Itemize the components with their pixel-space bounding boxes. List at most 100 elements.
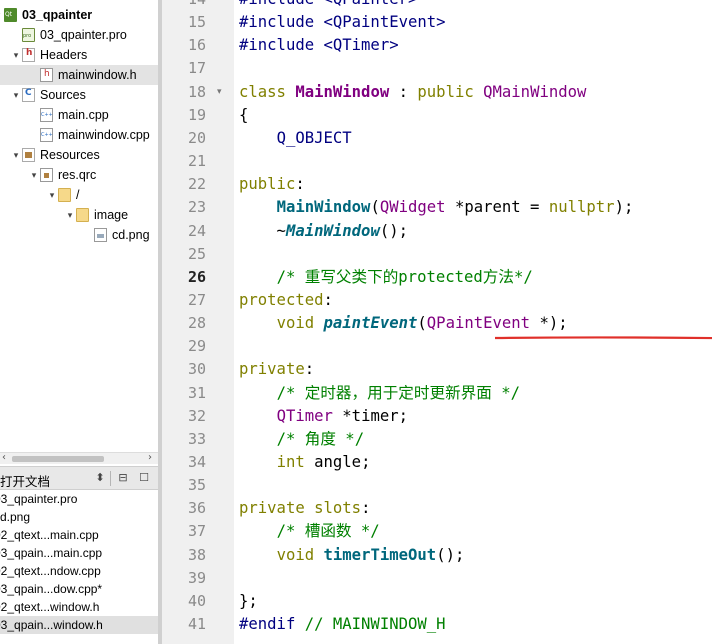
expand-arrow-icon[interactable]: ▾ <box>11 88 21 102</box>
folder-icon <box>58 188 71 202</box>
code-area[interactable]: #include <QPainter> #include <QPaintEvent… <box>239 0 712 644</box>
code-line[interactable]: class MainWindow : public QMainWindow <box>239 81 586 104</box>
chevron-updown-icon[interactable]: ⬍ <box>93 471 107 485</box>
code-token: *timer; <box>332 406 409 425</box>
code-token: // MAINWINDOW_H <box>304 615 446 634</box>
code-line[interactable]: public: <box>239 173 305 196</box>
code-line[interactable]: MainWindow(QWidget *parent = nullptr); <box>239 196 634 219</box>
tree-item-label: 03_qpainter.pro <box>40 28 127 42</box>
scrollbar-thumb[interactable] <box>12 456 104 462</box>
tree-item[interactable]: ▾ Headers <box>0 45 158 65</box>
code-line[interactable]: }; <box>239 590 258 613</box>
tree-item-label: mainwindow.h <box>58 68 137 82</box>
tree-item[interactable]: ▾ 03_qpainter <box>0 5 158 25</box>
close-icon[interactable]: ☐ <box>137 471 151 485</box>
tree-item-label: res.qrc <box>58 168 97 182</box>
code-token: ~ <box>239 221 286 240</box>
code-line[interactable]: #include <QPainter> <box>239 0 417 11</box>
scroll-left-icon[interactable]: ‹ <box>2 452 6 464</box>
line-number: 32 <box>187 406 206 425</box>
code-token: : <box>323 290 333 309</box>
project-panel: ▾ 03_qpainter 03_qpainter.pro ▾ Headers mainw… <box>0 0 158 644</box>
code-token: ( <box>417 314 427 333</box>
code-token: protected <box>239 290 324 309</box>
qt-project-icon <box>4 8 17 22</box>
tree-item[interactable]: ▾ res.qrc <box>0 165 158 185</box>
open-document-item[interactable]: 02_qtext...ndow.cpp <box>0 562 158 580</box>
code-line[interactable]: /* 重写父类下的protected方法*/ <box>239 266 533 289</box>
code-line[interactable]: #include <QTimer> <box>239 34 399 57</box>
code-line[interactable]: void paintEvent(QPaintEvent *); <box>239 312 568 335</box>
open-document-item[interactable]: 03_qpain...main.cpp <box>0 544 158 562</box>
code-token: private slots <box>239 499 362 518</box>
code-line[interactable]: #endif // MAINWINDOW_H <box>239 613 446 636</box>
code-token: #include <QPaintEvent> <box>239 13 446 32</box>
open-document-item[interactable]: 03_qpain...dow.cpp* <box>0 580 158 598</box>
code-line[interactable]: ~MainWindow(); <box>239 220 408 243</box>
line-number: 19 <box>187 105 206 124</box>
expand-arrow-icon[interactable]: ▾ <box>47 188 57 202</box>
code-token: paintEvent <box>323 314 418 333</box>
code-line[interactable]: /* 槽函数 */ <box>239 520 380 543</box>
expand-arrow-icon[interactable]: ▾ <box>29 168 39 182</box>
code-token: public <box>239 175 296 194</box>
split-icon[interactable]: ⊟ <box>116 471 130 485</box>
tree-item-label: / <box>76 188 80 202</box>
tree-item[interactable]: ▾ Resources <box>0 145 158 165</box>
tree-item[interactable]: ▾ image <box>0 205 158 225</box>
open-document-item[interactable]: 02_qtext...window.h <box>0 598 158 616</box>
line-number: 26 <box>187 267 206 286</box>
code-line[interactable]: void timerTimeOut(); <box>239 544 465 567</box>
code-line[interactable]: private slots: <box>239 497 370 520</box>
tree-item[interactable]: ▾ Sources <box>0 85 158 105</box>
project-tree-horizontal-scrollbar[interactable]: ‹ › <box>0 452 158 464</box>
tree-item[interactable]: mainwindow.h <box>0 65 158 85</box>
code-line[interactable]: private: <box>239 358 314 381</box>
expand-arrow-icon[interactable]: ▾ <box>11 48 21 62</box>
code-line[interactable]: /* 定时器，用于定时更新界面 */ <box>239 382 520 405</box>
code-line[interactable]: int angle; <box>239 451 371 474</box>
tree-item[interactable]: mainwindow.cpp <box>0 125 158 145</box>
tree-item[interactable]: cd.png <box>0 225 158 245</box>
line-number: 41 <box>187 615 206 634</box>
code-token: : <box>361 499 371 518</box>
open-document-item[interactable]: 03_qpain...window.h <box>0 616 158 634</box>
line-number: 25 <box>187 244 206 263</box>
line-number: 17 <box>187 59 206 78</box>
code-token: /* 定时器，用于定时更新界面 */ <box>276 383 521 402</box>
tree-item[interactable]: main.cpp <box>0 105 158 125</box>
tree-item[interactable]: 03_qpainter.pro <box>0 25 158 45</box>
open-document-item[interactable]: cd.png <box>0 508 158 526</box>
tree-item-label: Sources <box>40 88 86 102</box>
expand-arrow-icon[interactable]: ▾ <box>0 8 3 22</box>
code-token: *); <box>530 314 568 333</box>
code-token: : <box>295 175 305 194</box>
fold-marker-icon[interactable]: ▾ <box>217 81 222 104</box>
code-line[interactable]: Q_OBJECT <box>239 127 352 150</box>
open-document-item[interactable]: 02_qtext...main.cpp <box>0 526 158 544</box>
tree-item-label: mainwindow.cpp <box>58 128 150 142</box>
code-line[interactable]: QTimer *timer; <box>239 405 408 428</box>
code-token: { <box>239 105 249 124</box>
expand-arrow-icon[interactable]: ▾ <box>11 148 21 162</box>
code-editor[interactable]: 14 15 16 17 18 ▾ 19 20 21 22 23 24 25 26 27 28 29 30 31 32 3… <box>162 0 712 644</box>
code-token: int <box>276 453 315 471</box>
png-file-icon <box>94 228 107 242</box>
code-line[interactable]: #include <QPaintEvent> <box>239 11 446 34</box>
qrc-file-icon <box>40 168 53 182</box>
sources-folder-icon <box>22 88 35 102</box>
code-line[interactable]: protected: <box>239 289 333 312</box>
scroll-right-icon[interactable]: › <box>148 452 152 464</box>
open-document-item[interactable]: 03_qpainter.pro <box>0 490 158 508</box>
expand-arrow-icon[interactable]: ▾ <box>65 208 75 222</box>
code-line[interactable]: /* 角度 */ <box>239 428 365 451</box>
code-token: : <box>304 360 315 379</box>
code-token: QPaintEvent <box>426 314 531 333</box>
line-number: 38 <box>187 545 206 564</box>
code-line[interactable]: { <box>239 104 248 127</box>
tree-item[interactable]: ▾ / <box>0 185 158 205</box>
